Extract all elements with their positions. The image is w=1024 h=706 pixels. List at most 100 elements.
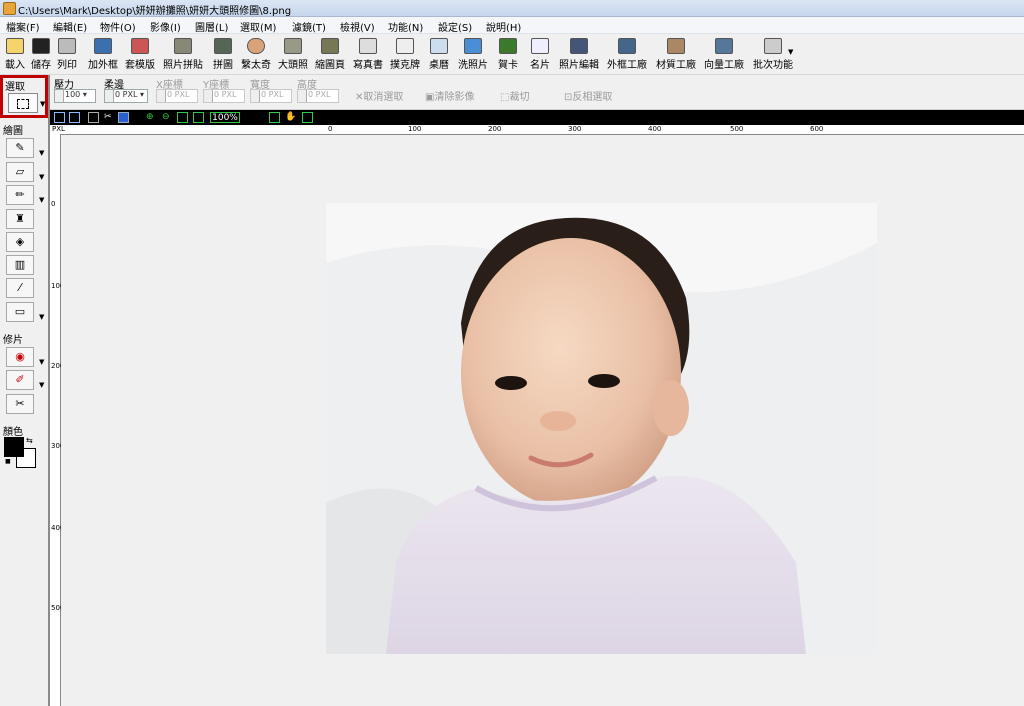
fit-window-icon[interactable] — [177, 112, 188, 123]
batch-icon — [764, 38, 782, 54]
y-coord-field[interactable]: 0 PXL — [203, 89, 245, 103]
feather-field[interactable]: 0 PXL ▾ — [104, 89, 148, 103]
baby-photo-illustration — [326, 203, 877, 654]
select-dropdown-icon[interactable]: ▼ — [40, 100, 45, 108]
hand-icon[interactable]: ✋ — [285, 112, 296, 123]
h-tick: 400 — [648, 125, 662, 133]
pointer-icon[interactable] — [269, 112, 280, 123]
greeting-card-icon — [499, 38, 517, 54]
invert-selection-button[interactable]: ⊡反相選取 — [564, 88, 612, 103]
menu-select[interactable]: 選取(M) — [240, 19, 276, 34]
stamp-icon: ♜ — [15, 212, 25, 225]
baby-photo[interactable] — [326, 203, 877, 654]
toolbar-photo-edit-button[interactable]: 照片編輯 — [556, 36, 602, 72]
template-icon — [131, 38, 149, 54]
foreground-color-swatch[interactable] — [4, 437, 24, 457]
toolbar-print-button[interactable]: 列印 — [54, 36, 80, 72]
selection-tool-group: 選取 ▼ — [0, 75, 48, 118]
menu-layer[interactable]: 圖層(L) — [195, 19, 228, 34]
stamp-tool[interactable]: ♜ — [6, 209, 34, 229]
menu-image[interactable]: 影像(I) — [150, 19, 181, 34]
main-toolbar: 載入 儲存 列印 加外框 套模版 照片拼貼 拼圖 繫太奇 大頭照 縮圖頁 寫真書… — [0, 34, 1024, 75]
puzzle-grid-icon — [214, 38, 232, 54]
gradient-tool[interactable]: ▥ — [6, 255, 34, 275]
texture-factory-icon — [667, 38, 685, 54]
menu-help[interactable]: 說明(H) — [486, 19, 521, 34]
menu-function[interactable]: 功能(N) — [388, 19, 423, 34]
rect-select-button[interactable] — [8, 93, 38, 113]
eyedropper-icon: ⁄ — [19, 281, 21, 294]
menu-filter[interactable]: 濾鏡(T) — [292, 19, 326, 34]
toolbar-business-card-button[interactable]: 名片 — [526, 36, 554, 72]
toolbar-playing-cards-button[interactable]: 撲克牌 — [387, 36, 423, 72]
crop-button[interactable]: ⬚裁切 — [500, 88, 529, 103]
h-tick: 300 — [568, 125, 582, 133]
toolbar-puzzle-button[interactable]: 拼圖 — [209, 36, 237, 72]
desk-calendar-icon — [430, 38, 448, 54]
eyedropper-tool[interactable]: ⁄ — [6, 278, 34, 298]
cut-icon[interactable]: ✂ — [104, 112, 112, 123]
paste-icon[interactable] — [118, 112, 129, 123]
shape-tool[interactable]: ▭ ▼ — [6, 302, 44, 322]
toolbar-id-photo-button[interactable]: 大頭照 — [275, 36, 311, 72]
toolbar-save-button[interactable]: 儲存 — [28, 36, 54, 72]
menu-settings[interactable]: 設定(S) — [438, 19, 472, 34]
toolbar-montage-button[interactable]: 繫太奇 — [238, 36, 274, 72]
default-colors-icon[interactable]: ■ — [5, 458, 11, 465]
eraser-tool[interactable]: ▱ ▼ — [6, 162, 44, 182]
add-icon[interactable] — [302, 112, 313, 123]
clone-tool[interactable]: ✂ — [6, 394, 34, 414]
toolbar-load-button[interactable]: 載入 — [2, 36, 28, 72]
toolbar-template-button[interactable]: 套模版 — [122, 36, 158, 72]
clone-scissors-icon: ✂ — [15, 397, 25, 410]
zoom-out-icon[interactable]: ⊖ — [162, 112, 170, 123]
menu-object[interactable]: 物件(O) — [100, 19, 136, 34]
pencil-tool[interactable]: ✏ ▼ — [6, 185, 44, 205]
v-tick: 0 — [51, 200, 56, 208]
toolbar-texture-factory-button[interactable]: 材質工廠 — [653, 36, 699, 72]
fill-tool[interactable]: ◈ — [6, 232, 34, 252]
h-tick: 600 — [810, 125, 824, 133]
color-label: 顏色 — [3, 427, 23, 438]
print-photo-icon — [464, 38, 482, 54]
toolbar-photo-book-button[interactable]: 寫真書 — [350, 36, 386, 72]
toolbar-vector-factory-button[interactable]: 向量工廠 — [701, 36, 747, 72]
menu-edit[interactable]: 編輯(E) — [53, 19, 87, 34]
menu-file[interactable]: 檔案(F) — [6, 19, 40, 34]
clear-image-button[interactable]: ▣清除影像 — [425, 88, 474, 103]
save-disk-icon — [32, 38, 50, 54]
actual-size-icon[interactable] — [193, 112, 204, 123]
tool-options-bar: 壓力 100 ▾ 柔邊 0 PXL ▾ X座標 0 PXL Y座標 0 PXL … — [0, 75, 1024, 110]
view-toolbar: ✂ ⊕ ⊖ 100% ✋ — [50, 110, 1024, 125]
zoom-in-icon[interactable]: ⊕ — [146, 112, 154, 123]
x-coord-field[interactable]: 0 PXL — [156, 89, 198, 103]
business-card-icon — [531, 38, 549, 54]
undo-icon[interactable] — [54, 112, 65, 123]
window-title: C:\Users\Mark\Desktop\妍妍辦攤照\妍妍大頭照修圖\8.pn… — [18, 6, 292, 17]
batch-dropdown-arrow-icon[interactable]: ▼ — [788, 48, 793, 56]
copy-icon[interactable] — [88, 112, 99, 123]
toolbar-print-photo-button[interactable]: 洗照片 — [455, 36, 491, 72]
red-eye-tool[interactable]: ◉ ▼ — [6, 347, 44, 367]
gradient-icon: ▥ — [14, 258, 26, 271]
retouch-brush-tool[interactable]: ✐ ▼ — [6, 370, 44, 390]
toolbar-greeting-card-button[interactable]: 賀卡 — [494, 36, 522, 72]
frame-icon — [94, 38, 112, 54]
retouch-label: 修片 — [3, 335, 23, 346]
toolbar-collage-button[interactable]: 照片拼貼 — [160, 36, 206, 72]
toolbar-frame-factory-button[interactable]: 外框工廠 — [604, 36, 650, 72]
toolbar-desk-calendar-button[interactable]: 桌曆 — [425, 36, 453, 72]
redo-icon[interactable] — [69, 112, 80, 123]
h-tick: 200 — [488, 125, 502, 133]
swap-colors-icon[interactable]: ⇆ — [26, 436, 33, 445]
toolbar-add-frame-button[interactable]: 加外框 — [85, 36, 121, 72]
brush-tool[interactable]: ✎ ▼ — [6, 138, 44, 158]
height-field[interactable]: 0 PXL — [297, 89, 339, 103]
id-photo-icon — [284, 38, 302, 54]
cancel-selection-button[interactable]: ✕取消選取 — [355, 88, 403, 103]
pressure-field[interactable]: 100 ▾ — [54, 89, 96, 103]
menu-view[interactable]: 檢視(V) — [340, 19, 375, 34]
width-field[interactable]: 0 PXL — [250, 89, 292, 103]
toolbar-thumbnail-page-button[interactable]: 縮圖頁 — [312, 36, 348, 72]
marquee-icon — [17, 99, 29, 109]
